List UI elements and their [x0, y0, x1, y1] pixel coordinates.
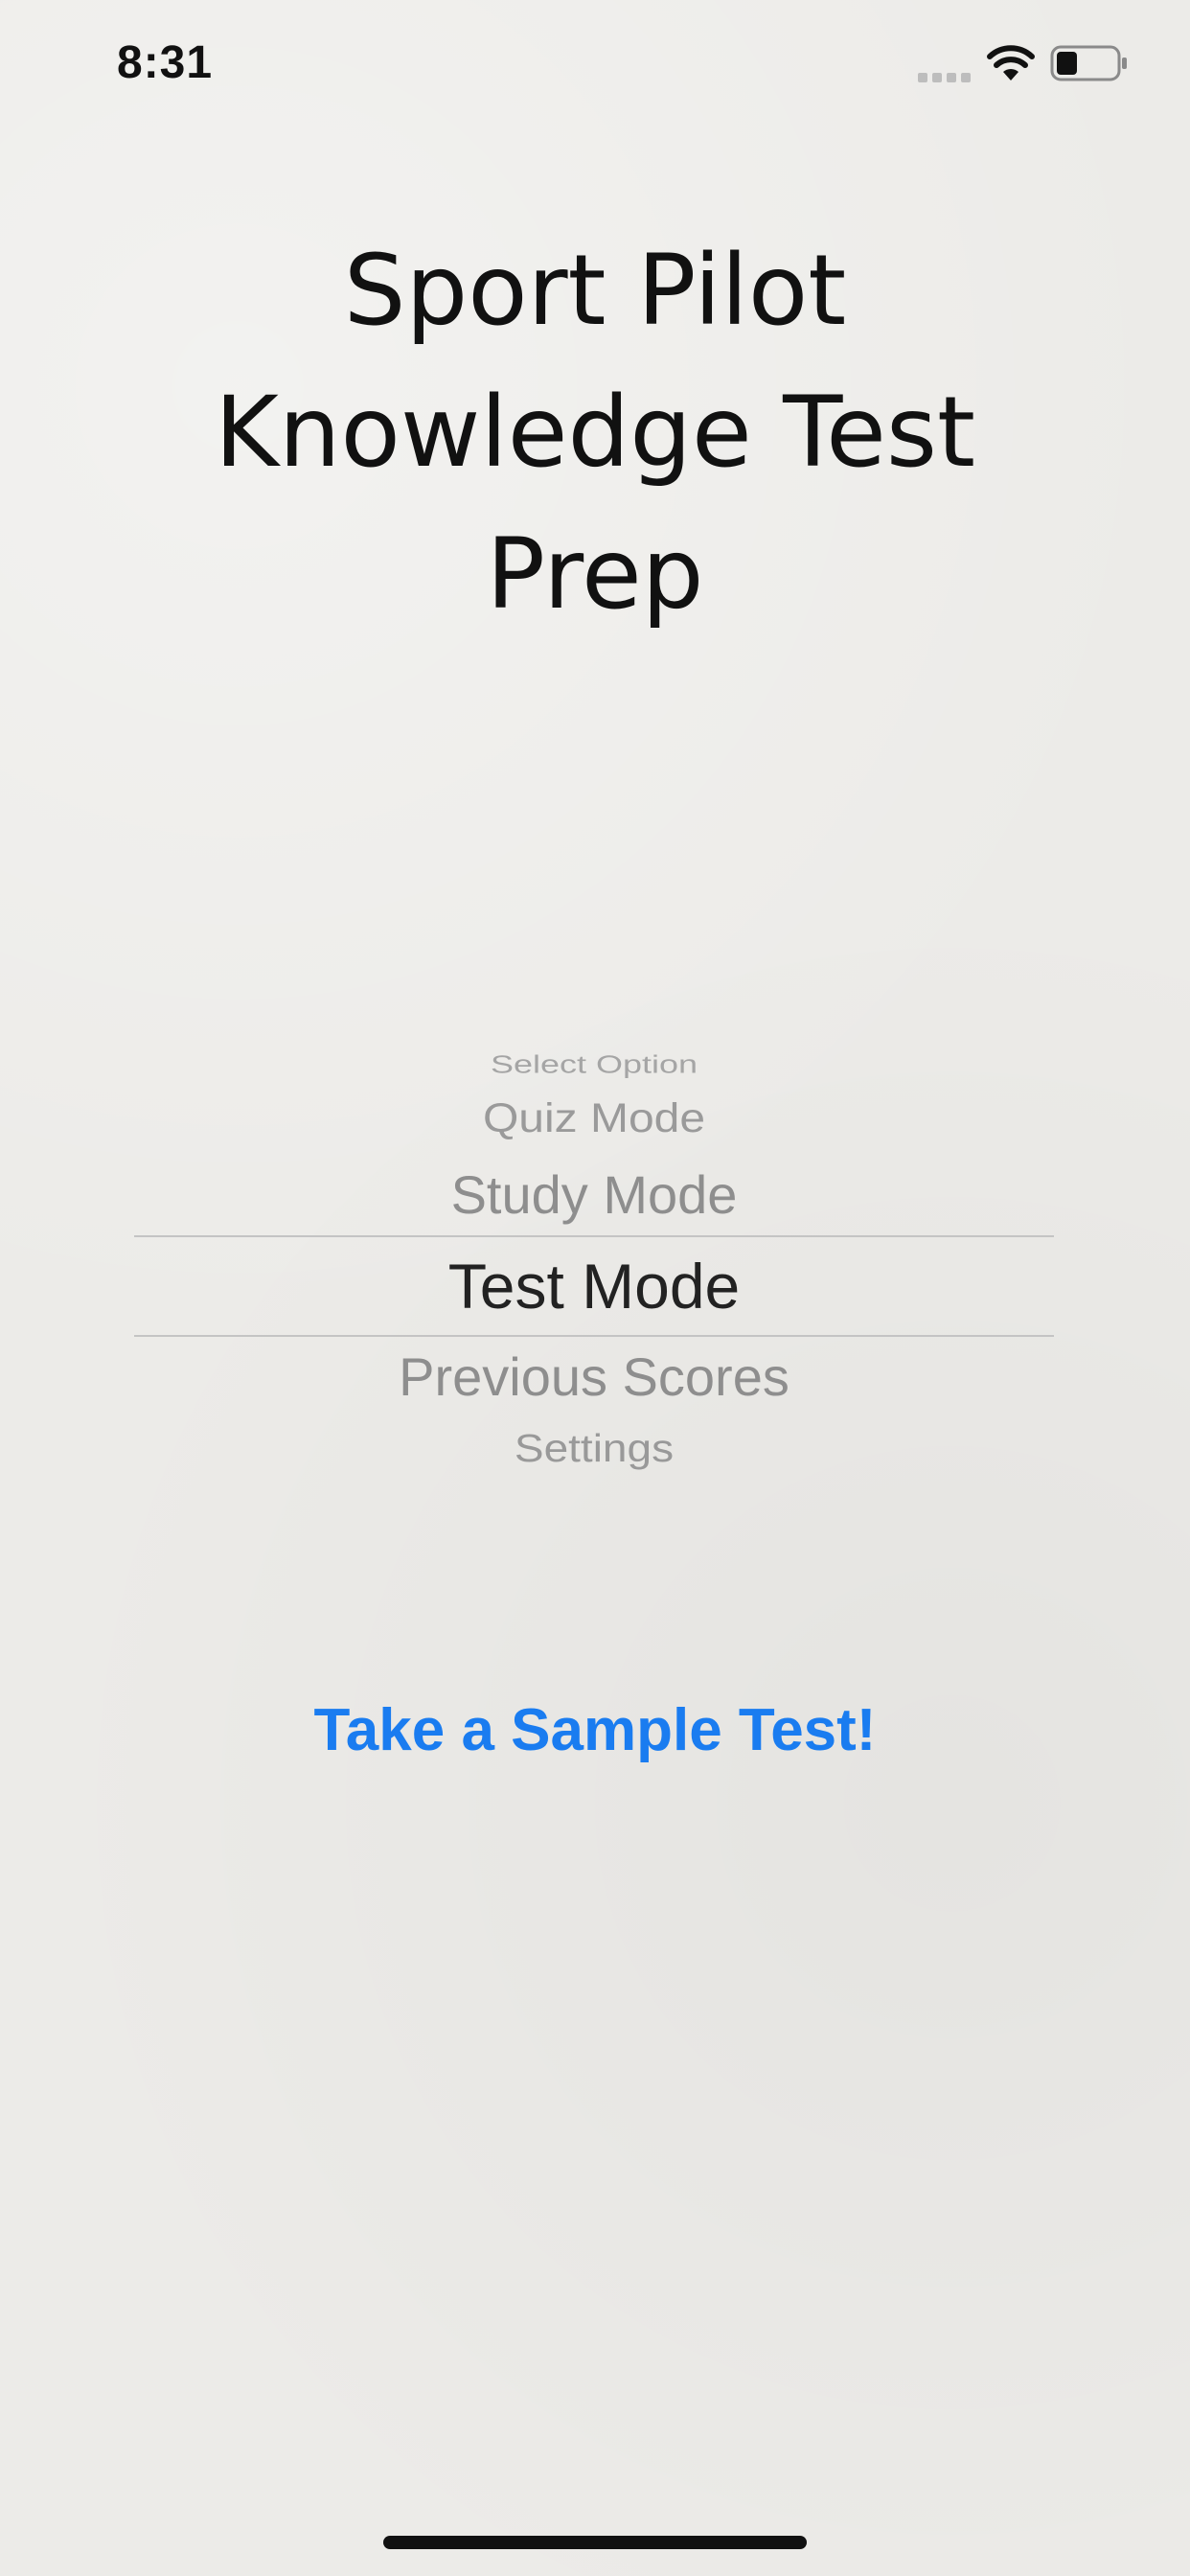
wifi-icon [987, 45, 1035, 80]
signal-dots-icon [918, 73, 971, 82]
picker-option-settings[interactable]: Settings [134, 1425, 1054, 1471]
title-line-3: Prep [486, 518, 704, 632]
picker-option-quiz-mode[interactable]: Quiz Mode [134, 1095, 1054, 1141]
picker-option-study-mode[interactable]: Study Mode [134, 1163, 1054, 1226]
picker-selection-line-top [134, 1235, 1054, 1237]
picker-option-previous-scores[interactable]: Previous Scores [134, 1346, 1054, 1408]
status-bar: 8:31 [0, 0, 1190, 134]
picker-option-test-mode[interactable]: Test Mode [134, 1250, 1054, 1322]
picker-option-select-option[interactable]: Select Option [134, 1050, 1054, 1079]
home-indicator[interactable] [383, 2536, 807, 2549]
status-time: 8:31 [117, 37, 214, 88]
title-line-2: Knowledge Test [215, 376, 975, 490]
page-title: Sport Pilot Knowledge Test Prep [116, 220, 1074, 646]
take-sample-test-button[interactable]: Take a Sample Test! [116, 1696, 1074, 1764]
title-line-1: Sport Pilot [343, 234, 847, 348]
mode-picker[interactable]: Select Option Quiz Mode Study Mode Test … [134, 1035, 1054, 1495]
picker-selection-line-bottom [134, 1335, 1054, 1337]
battery-icon [1050, 45, 1127, 81]
